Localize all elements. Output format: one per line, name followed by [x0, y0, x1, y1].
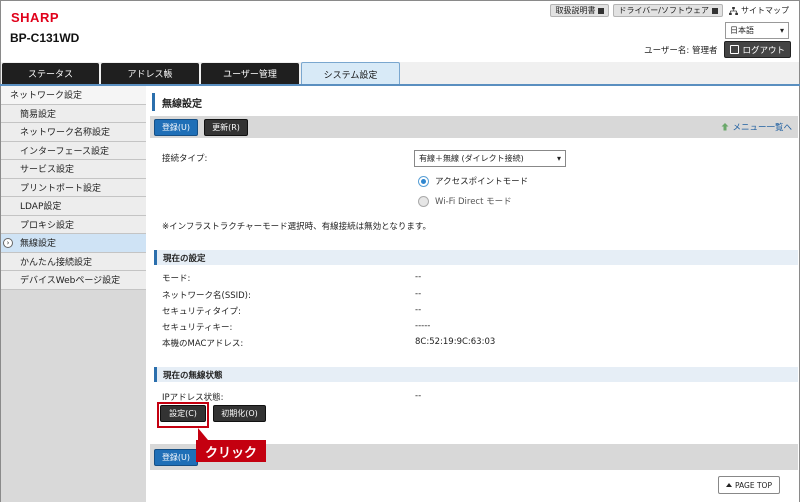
wireless-status-heading: 現在の無線状態 [154, 367, 798, 382]
external-link-icon [712, 7, 718, 14]
menu-list-label: メニュー一覧へ [732, 123, 792, 133]
mode-value: -- [415, 272, 422, 282]
header: SHARP BP-C131WD 取扱説明書 ドライバー/ソフトウェア サイトマッ… [0, 0, 800, 62]
tab-label: ユーザー管理 [223, 70, 277, 80]
register-button-bottom[interactable]: 登録(U) [154, 449, 198, 466]
click-callout: クリック [196, 440, 266, 462]
sidebar-item-proxy[interactable]: プロキシ設定 [1, 215, 146, 234]
tab-address-book[interactable]: アドレス帳 [101, 63, 199, 84]
sidebar: ネットワーク設定 簡易設定 ネットワーク名称設定 インターフェース設定 サービス… [0, 86, 146, 502]
page-top-label: PAGE TOP [735, 480, 772, 490]
current-settings-heading: 現在の設定 [154, 250, 798, 265]
sidebar-item-wireless[interactable]: › 無線設定 [1, 234, 146, 253]
update-button-label: 更新(R) [212, 123, 240, 132]
logout-label: ログアウト [742, 45, 785, 56]
tab-label: アドレス帳 [127, 70, 173, 80]
security-type-value: -- [415, 305, 422, 315]
register-button[interactable]: 登録(U) [154, 119, 198, 136]
sidebar-item-label: プリントポート設定 [20, 183, 102, 194]
sharp-logo: SHARP [11, 10, 60, 25]
security-key-label: セキュリティキー: [162, 323, 233, 333]
tab-status[interactable]: ステータス [2, 63, 99, 84]
security-key-value: ----- [415, 321, 431, 331]
language-select[interactable]: 日本語 ▾ [725, 22, 789, 39]
sidebar-item-label: 簡易設定 [20, 109, 57, 120]
sidebar-item-device-web-page[interactable]: デバイスWebページ設定 [1, 271, 146, 290]
user-row: ユーザー名: 管理者 ログアウト [644, 41, 791, 58]
manual-link-label: 取扱説明書 [555, 6, 596, 15]
tab-system-settings[interactable]: システム設定 [301, 62, 400, 85]
sidebar-item-ldap[interactable]: LDAP設定 [1, 197, 146, 216]
page-title: 無線設定 [152, 93, 202, 111]
sidebar-item-label: かんたん接続設定 [20, 257, 93, 268]
register-button-label: 登録(U) [161, 453, 191, 462]
chevron-down-icon: ▾ [779, 26, 784, 35]
sidebar-item-label: ネットワーク設定 [10, 91, 83, 102]
radio-wifi-direct-label: Wi-Fi Direct モード [435, 197, 512, 207]
sidebar-item-label: 無線設定 [20, 239, 57, 250]
connection-type-label: 接続タイプ: [162, 154, 208, 164]
caret-up-icon [726, 483, 732, 487]
ssid-label: ネットワーク名(SSID): [162, 291, 251, 301]
external-link-icon [598, 7, 605, 14]
back-to-menu-icon [721, 123, 729, 131]
radio-unselected-icon [418, 195, 429, 207]
register-button-label: 登録(U) [161, 123, 191, 132]
mode-label: モード: [162, 274, 191, 284]
connection-type-select[interactable]: 有線＋無線 (ダイレクト接続) ▾ [414, 150, 566, 167]
initialize-button-label: 初期化(O) [221, 409, 258, 418]
initialize-button[interactable]: 初期化(O) [213, 405, 266, 422]
menu-list-link[interactable]: メニュー一覧へ [720, 121, 792, 133]
ssid-value: -- [415, 289, 422, 299]
sidebar-item-label: プロキシ設定 [20, 220, 75, 231]
driver-link[interactable]: ドライバー/ソフトウェア [613, 4, 723, 17]
highlight-box [157, 402, 209, 428]
sidebar-item-label: サービス設定 [20, 165, 75, 176]
language-value: 日本語 [730, 26, 754, 35]
chevron-right-icon: › [3, 238, 13, 248]
security-type-label: セキュリティタイプ: [162, 307, 241, 317]
sidebar-item-quick-setup[interactable]: 簡易設定 [1, 104, 146, 123]
tab-user-management[interactable]: ユーザー管理 [201, 63, 299, 84]
manual-link[interactable]: 取扱説明書 [550, 4, 610, 17]
mac-address-value: 8C:52:19:9C:63:03 [415, 337, 496, 347]
page-top-button[interactable]: PAGE TOP [718, 476, 780, 494]
sidebar-item-network-name[interactable]: ネットワーク名称設定 [1, 123, 146, 142]
callout-pointer [198, 428, 208, 440]
tab-bar: ステータス アドレス帳 ユーザー管理 システム設定 [0, 62, 800, 85]
driver-link-label: ドライバー/ソフトウェア [618, 6, 709, 15]
sidebar-item-network-settings[interactable]: ネットワーク設定 [1, 86, 146, 105]
sidebar-item-service[interactable]: サービス設定 [1, 160, 146, 179]
sidebar-item-label: インターフェース設定 [20, 146, 110, 157]
tab-label: システム設定 [323, 70, 378, 81]
top-links: 取扱説明書 ドライバー/ソフトウェア サイトマップ [550, 4, 789, 17]
sitemap-label: サイトマップ [741, 6, 789, 15]
infrastructure-note: ※インフラストラクチャーモード選択時、有線接続は無効となります。 [162, 222, 432, 232]
sidebar-item-label: デバイスWebページ設定 [20, 276, 121, 287]
logout-button[interactable]: ログアウト [724, 41, 791, 58]
username-label: ユーザー名: 管理者 [644, 45, 718, 56]
sitemap-link[interactable]: サイトマップ [727, 5, 789, 16]
ip-status-value: -- [415, 391, 422, 401]
logout-icon [730, 45, 740, 54]
mac-address-label: 本機のMACアドレス: [162, 339, 244, 349]
radio-selected-icon [418, 175, 429, 187]
radio-access-point-label: アクセスポイントモード [435, 177, 529, 187]
sidebar-item-print-port[interactable]: プリントポート設定 [1, 178, 146, 197]
sidebar-item-interface[interactable]: インターフェース設定 [1, 141, 146, 160]
sidebar-item-label: ネットワーク名称設定 [20, 128, 111, 139]
connection-type-value: 有線＋無線 (ダイレクト接続) [419, 154, 524, 163]
action-bar: 登録(U) 更新(R) メニュー一覧へ [150, 116, 798, 138]
tab-label: ステータス [27, 70, 73, 80]
update-button[interactable]: 更新(R) [204, 119, 248, 136]
model-name: BP-C131WD [10, 31, 80, 45]
sitemap-icon [729, 6, 738, 15]
chevron-down-icon: ▾ [556, 154, 561, 163]
radio-wifi-direct[interactable]: Wi-Fi Direct モード [418, 195, 512, 207]
sidebar-item-easy-connect[interactable]: かんたん接続設定 [1, 252, 146, 271]
radio-access-point[interactable]: アクセスポイントモード [418, 175, 528, 187]
sidebar-item-label: LDAP設定 [20, 202, 62, 213]
